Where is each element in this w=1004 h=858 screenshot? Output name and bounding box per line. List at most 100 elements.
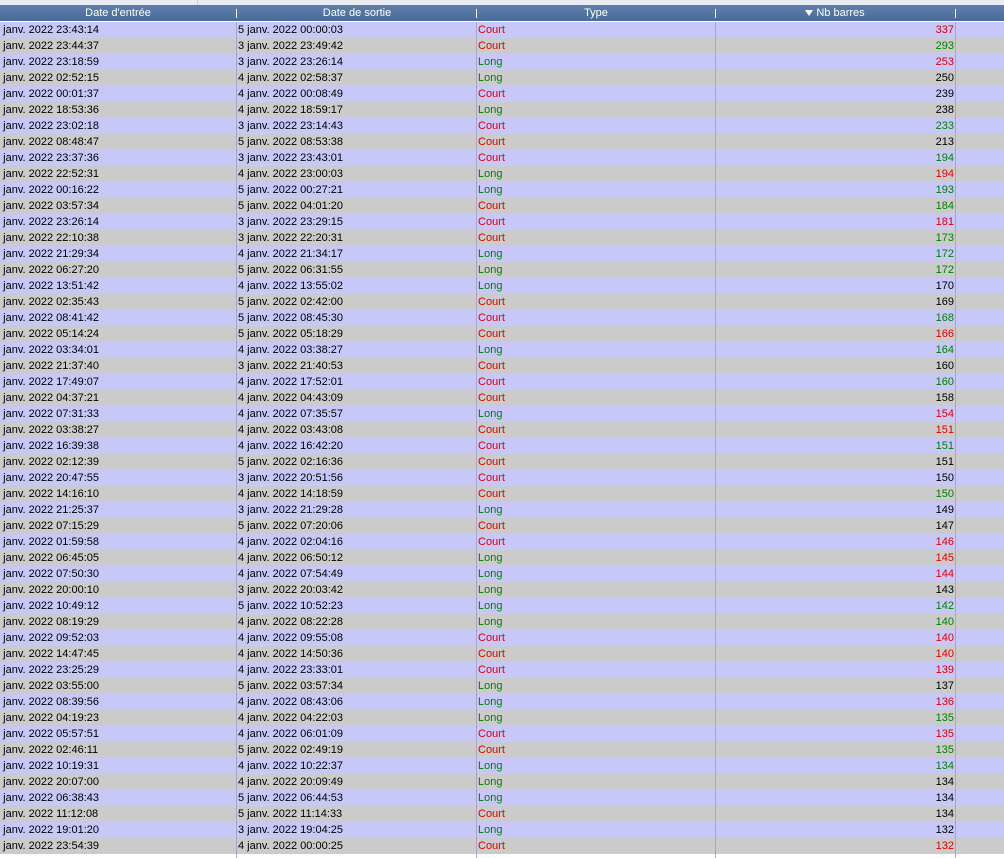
bar-count-cell: 164 [935,344,954,356]
exit-date-cell: 4 janv. 2022 14:50:36 [238,648,343,660]
entry-date-cell: 3 janv. 2022 23:44:37 [0,40,99,52]
column-header-type[interactable]: Type [478,5,714,21]
table-row[interactable]: 5 janv. 2022 05:14:24 5 janv. 2022 05:18:… [0,326,1004,342]
exit-date-cell: 4 janv. 2022 00:08:49 [238,88,343,100]
entry-date-cell: 5 janv. 2022 00:16:22 [0,184,99,196]
table-row[interactable]: 3 janv. 2022 23:26:14 3 janv. 2022 23:29:… [0,214,1004,230]
bar-count-cell: 143 [935,584,954,596]
table-row[interactable]: 5 janv. 2022 02:12:39 5 janv. 2022 02:16:… [0,454,1004,470]
table-row[interactable]: 4 janv. 2022 14:16:10 4 janv. 2022 14:18:… [0,486,1004,502]
entry-date-cell: 4 janv. 2022 23:25:29 [0,664,99,676]
table-row[interactable]: 4 janv. 2022 14:47:45 4 janv. 2022 14:50:… [0,646,1004,662]
bar-count-cell: 158 [935,392,954,404]
table-row[interactable]: 4 janv. 2022 04:19:23 4 janv. 2022 04:22:… [0,710,1004,726]
type-cell: Court [478,520,505,532]
type-cell: Long [478,616,503,628]
table-row[interactable]: 5 janv. 2022 08:48:47 5 janv. 2022 08:53:… [0,134,1004,150]
entry-date-cell: 4 janv. 2022 14:16:10 [0,488,99,500]
table-row[interactable]: 4 janv. 2022 04:37:21 4 janv. 2022 04:43:… [0,390,1004,406]
table-row[interactable]: 3 janv. 2022 23:37:36 3 janv. 2022 23:43:… [0,150,1004,166]
bar-count-cell: 193 [935,184,954,196]
table-row[interactable]: 4 janv. 2022 20:07:00 4 janv. 2022 20:09:… [0,774,1004,790]
entry-date-cell: 4 janv. 2022 14:47:45 [0,648,99,660]
bar-count-cell: 154 [935,408,954,420]
table-row[interactable]: 5 janv. 2022 02:46:11 5 janv. 2022 02:49:… [0,742,1004,758]
table-row[interactable]: 3 janv. 2022 23:02:18 3 janv. 2022 23:14:… [0,118,1004,134]
exit-date-cell: 3 janv. 2022 22:20:31 [238,232,343,244]
table-row[interactable]: 4 janv. 2022 05:57:51 4 janv. 2022 06:01:… [0,726,1004,742]
table-row[interactable]: 4 janv. 2022 06:45:05 4 janv. 2022 06:50:… [0,550,1004,566]
table-row[interactable]: 3 janv. 2022 20:00:10 3 janv. 2022 20:03:… [0,582,1004,598]
table-row[interactable]: 4 janv. 2022 08:19:29 4 janv. 2022 08:22:… [0,614,1004,630]
bar-count-cell: 173 [935,232,954,244]
bar-count-cell: 132 [935,840,954,852]
type-cell: Long [478,600,503,612]
entry-date-cell: 5 janv. 2022 02:46:11 [0,744,99,756]
type-cell: Court [478,312,505,324]
column-resize-handle[interactable] [955,9,956,18]
table-row[interactable]: 4 janv. 2022 23:25:29 4 janv. 2022 23:33:… [0,662,1004,678]
column-header-exit-date[interactable]: Date de sortie [238,5,476,21]
entry-date-cell: 5 janv. 2022 02:12:39 [0,456,99,468]
table-row[interactable]: 4 janv. 2022 08:39:56 4 janv. 2022 08:43:… [0,694,1004,710]
table-row[interactable]: 4 janv. 2022 16:39:38 4 janv. 2022 16:42:… [0,438,1004,454]
entry-date-cell: 5 janv. 2022 06:38:43 [0,792,99,804]
table-row[interactable]: 4 janv. 2022 10:19:31 4 janv. 2022 10:22:… [0,758,1004,774]
table-row[interactable]: 5 janv. 2022 11:12:08 5 janv. 2022 11:14:… [0,806,1004,822]
bar-count-cell: 160 [935,360,954,372]
entry-date-cell: 5 janv. 2022 08:48:47 [0,136,99,148]
table-row[interactable]: 5 janv. 2022 06:38:43 5 janv. 2022 06:44:… [0,790,1004,806]
column-header-entry-date[interactable]: Date d'entrée [0,5,236,21]
table-row[interactable]: 4 janv. 2022 21:29:34 4 janv. 2022 21:34:… [0,246,1004,262]
table-row[interactable]: 4 janv. 2022 01:59:58 4 janv. 2022 02:04:… [0,534,1004,550]
table-row[interactable]: 5 janv. 2022 10:49:12 5 janv. 2022 10:52:… [0,598,1004,614]
table-row[interactable]: 3 janv. 2022 19:01:20 3 janv. 2022 19:04:… [0,822,1004,838]
table-row[interactable]: 4 janv. 2022 07:31:33 4 janv. 2022 07:35:… [0,406,1004,422]
table-row[interactable]: 5 janv. 2022 06:27:20 5 janv. 2022 06:31:… [0,262,1004,278]
table-row[interactable]: 4 janv. 2022 18:53:36 4 janv. 2022 18:59:… [0,102,1004,118]
entry-date-cell: 4 janv. 2022 05:57:51 [0,728,99,740]
table-row[interactable]: 3 janv. 2022 20:47:55 3 janv. 2022 20:51:… [0,470,1004,486]
table-row[interactable]: 4 janv. 2022 13:51:42 4 janv. 2022 13:55:… [0,278,1004,294]
column-header-label: Nb barres [816,7,865,19]
table-row[interactable]: 3 janv. 2022 22:10:38 3 janv. 2022 22:20:… [0,230,1004,246]
type-cell: Long [478,184,503,196]
exit-date-cell: 3 janv. 2022 23:49:42 [238,40,343,52]
table-row[interactable]: 4 janv. 2022 03:38:27 4 janv. 2022 03:43:… [0,422,1004,438]
table-row[interactable]: 4 janv. 2022 17:49:07 4 janv. 2022 17:52:… [0,374,1004,390]
table-row[interactable]: 5 janv. 2022 03:57:34 5 janv. 2022 04:01:… [0,198,1004,214]
column-resize-handle[interactable] [236,9,237,18]
entry-date-cell: 3 janv. 2022 23:37:36 [0,152,99,164]
exit-date-cell: 3 janv. 2022 21:40:53 [238,360,343,372]
table-row[interactable]: 5 janv. 2022 02:35:43 5 janv. 2022 02:42:… [0,294,1004,310]
table-row[interactable]: 3 janv. 2022 21:25:37 3 janv. 2022 21:29:… [0,502,1004,518]
type-cell: Long [478,760,503,772]
table-row[interactable]: 5 janv. 2022 07:15:29 5 janv. 2022 07:20:… [0,518,1004,534]
table-row[interactable]: 4 janv. 2022 22:52:31 4 janv. 2022 23:00:… [0,166,1004,182]
table-row[interactable]: 4 janv. 2022 09:52:03 4 janv. 2022 09:55:… [0,630,1004,646]
table-row[interactable]: 3 janv. 2022 23:54:39 4 janv. 2022 00:00:… [0,838,1004,854]
table-row[interactable]: 4 janv. 2022 00:01:37 4 janv. 2022 00:08:… [0,86,1004,102]
bar-count-cell: 238 [935,104,954,116]
type-cell: Court [478,40,505,52]
table-row[interactable]: 4 janv. 2022 03:34:01 4 janv. 2022 03:38:… [0,342,1004,358]
type-cell: Court [478,488,505,500]
column-resize-handle[interactable] [476,9,477,18]
bar-count-cell: 132 [935,824,954,836]
table-row[interactable]: 3 janv. 2022 21:37:40 3 janv. 2022 21:40:… [0,358,1004,374]
table-row[interactable]: 5 janv. 2022 03:55:00 5 janv. 2022 03:57:… [0,678,1004,694]
bar-count-cell: 151 [935,456,954,468]
table-row[interactable]: 4 janv. 2022 02:52:15 4 janv. 2022 02:58:… [0,70,1004,86]
table-row[interactable]: 4 janv. 2022 23:43:14 5 janv. 2022 00:00:… [0,22,1004,38]
exit-date-cell: 4 janv. 2022 10:22:37 [238,760,343,772]
exit-date-cell: 5 janv. 2022 02:49:19 [238,744,343,756]
table-row[interactable]: 5 janv. 2022 00:16:22 5 janv. 2022 00:27:… [0,182,1004,198]
bar-count-cell: 134 [935,776,954,788]
table-row[interactable]: 3 janv. 2022 23:18:59 3 janv. 2022 23:26:… [0,54,1004,70]
exit-date-cell: 4 janv. 2022 04:22:03 [238,712,343,724]
table-row[interactable]: 4 janv. 2022 07:50:30 4 janv. 2022 07:54:… [0,566,1004,582]
column-header-bar-count[interactable]: Nb barres [716,5,954,21]
table-row[interactable]: 3 janv. 2022 23:44:37 3 janv. 2022 23:49:… [0,38,1004,54]
table-row[interactable]: 5 janv. 2022 08:41:42 5 janv. 2022 08:45:… [0,310,1004,326]
type-cell: Long [478,552,503,564]
